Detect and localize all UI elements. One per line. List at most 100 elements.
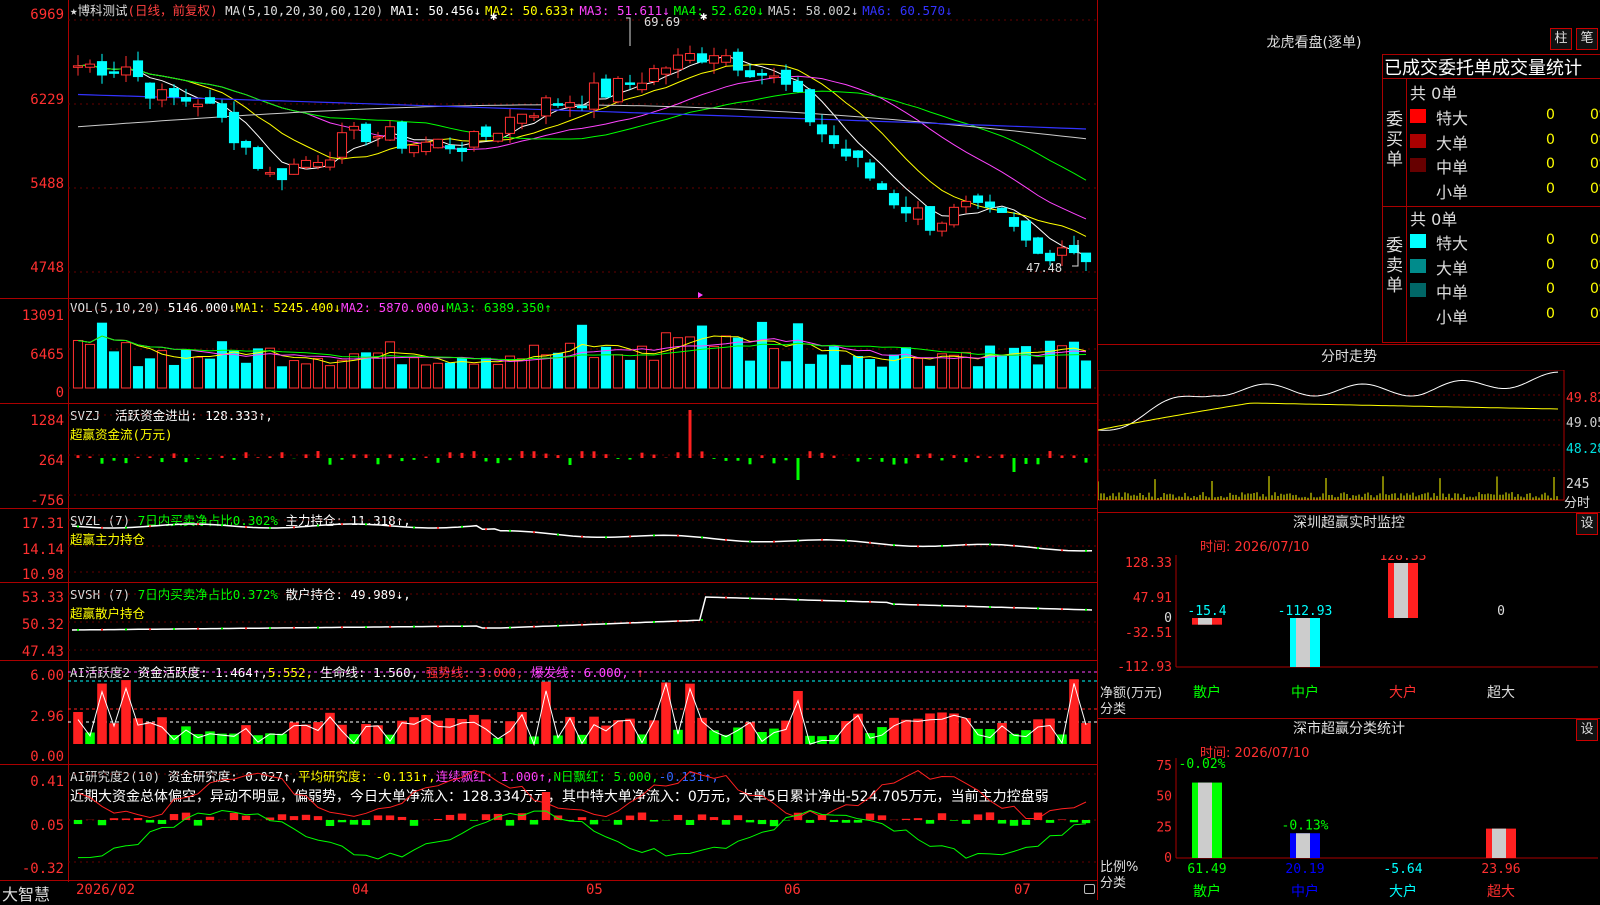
fund-flow-bar [941,458,944,460]
intraday-chart[interactable] [1098,370,1600,510]
volume-bar [469,364,478,388]
chart-area[interactable]: ★博科测试(日线，前复权) MA(5,10,20,30,60,120) MA1:… [0,0,1098,882]
lhb-row[interactable]: 小单00% [1410,178,1600,202]
monitor-tick: -32.51 [1125,626,1172,641]
lhb-row-label: 小单 [1436,304,1468,328]
class-bar-chart[interactable]: 7550250-0.02%-0.13%61.4920.19-5.6423.96散… [1098,758,1600,900]
fund-flow-bar [977,456,980,458]
candle [769,76,778,78]
study-bar [866,814,874,820]
legend-swatch [1410,158,1426,172]
monitor-tick: 47.91 [1133,591,1172,606]
study-bar [950,820,958,821]
volume-bar [85,344,94,388]
position-dot [725,539,727,541]
bar-view-button[interactable]: 柱 [1550,28,1572,50]
lhb-row[interactable]: 大单00% [1410,129,1600,153]
volume-bar [145,359,154,388]
lhb-tabs[interactable]: 已成交委托单成交量统计 [1384,54,1600,80]
study-bar [302,815,310,820]
volume-bar [973,367,982,388]
lhb-row[interactable]: 小单00% [1410,303,1600,327]
position-dot [797,540,799,542]
monitor-bar-chart[interactable]: 128.3347.910-32.51-112.93-15.4-112.93128… [1098,555,1600,715]
tick-view-button[interactable]: 笔 [1576,28,1598,50]
lhb-row-count: 0 [1546,257,1555,273]
volume-bar [925,366,934,388]
volume-chart[interactable] [0,298,1098,403]
study-bar [458,814,466,820]
activity-bar [661,682,671,744]
volume-bar [433,363,442,388]
activity-bar [625,719,635,744]
fund-flow-chart[interactable] [0,403,1098,508]
fund-flow-bar [197,458,200,459]
lhb-row[interactable]: 特大00% [1410,104,1600,128]
lhb-row-label: 特大 [1436,105,1468,129]
ai-study-chart[interactable] [0,764,1098,880]
candle [1057,248,1066,255]
fund-flow-bar [449,452,452,458]
fund-flow-bar [905,458,908,464]
lhb-row[interactable]: 中单00% [1410,153,1600,177]
candle [997,208,1006,212]
time-tick: 07 [1014,882,1031,898]
class-title: 深市超赢分类统计 [1100,718,1598,740]
candle [937,223,946,231]
study-bar [386,815,394,820]
fund-flow-bar [1061,455,1064,458]
volume-bar [577,325,586,388]
legend-swatch [1410,283,1426,297]
candle [841,149,850,156]
position-dot [653,534,655,536]
activity-bar [745,722,755,744]
position-dot [221,524,223,526]
lhb-row[interactable]: 中单00% [1410,278,1600,302]
volume-bar [457,358,466,388]
monitor-value: 0 [1497,604,1505,619]
study-bar [710,817,718,820]
activity-bar [469,715,479,744]
retail-position-chart[interactable] [0,582,1098,660]
candle [529,116,538,118]
candle [505,117,514,133]
candle [745,71,754,77]
position-dot [725,597,727,599]
candle [169,89,178,97]
study-bar [398,817,406,820]
study-bar [194,820,202,826]
class-top-label: -0.13% [1282,818,1329,833]
activity-bar [373,725,383,744]
position-dot [893,603,895,605]
study-bar [134,818,142,820]
activity-bar [517,712,527,744]
fund-flow-bar [581,451,584,458]
volume-bar [841,365,850,388]
study-bar [722,820,730,825]
lhb-row-count: 0 [1546,181,1555,197]
lhb-row[interactable]: 大单00% [1410,254,1600,278]
fund-flow-bar [821,453,824,458]
study-bar [614,820,622,825]
candlestick-chart[interactable]: ✱✱ [0,0,1098,298]
ai-activity-chart[interactable] [0,660,1098,764]
position-dot [677,535,679,537]
main-position-chart[interactable] [0,508,1098,582]
volume-bar [205,359,214,388]
candle [133,61,142,77]
class-settings-button[interactable]: 设 [1576,719,1598,741]
position-dot [1061,549,1063,551]
monitor-settings-button[interactable]: 设 [1576,513,1598,535]
volume-bar [697,326,706,388]
position-dot [509,530,511,532]
position-dot [797,599,799,601]
monitor-value: -112.93 [1278,604,1333,619]
high-marker [626,18,630,46]
volume-bar [277,367,286,388]
class-category: 大户 [1389,883,1417,900]
lhb-row[interactable]: 特大00% [1410,229,1600,253]
study-bar [434,819,442,820]
activity-bar [961,718,971,744]
lock-icon[interactable] [1084,884,1095,894]
fund-flow-bar [989,456,992,458]
